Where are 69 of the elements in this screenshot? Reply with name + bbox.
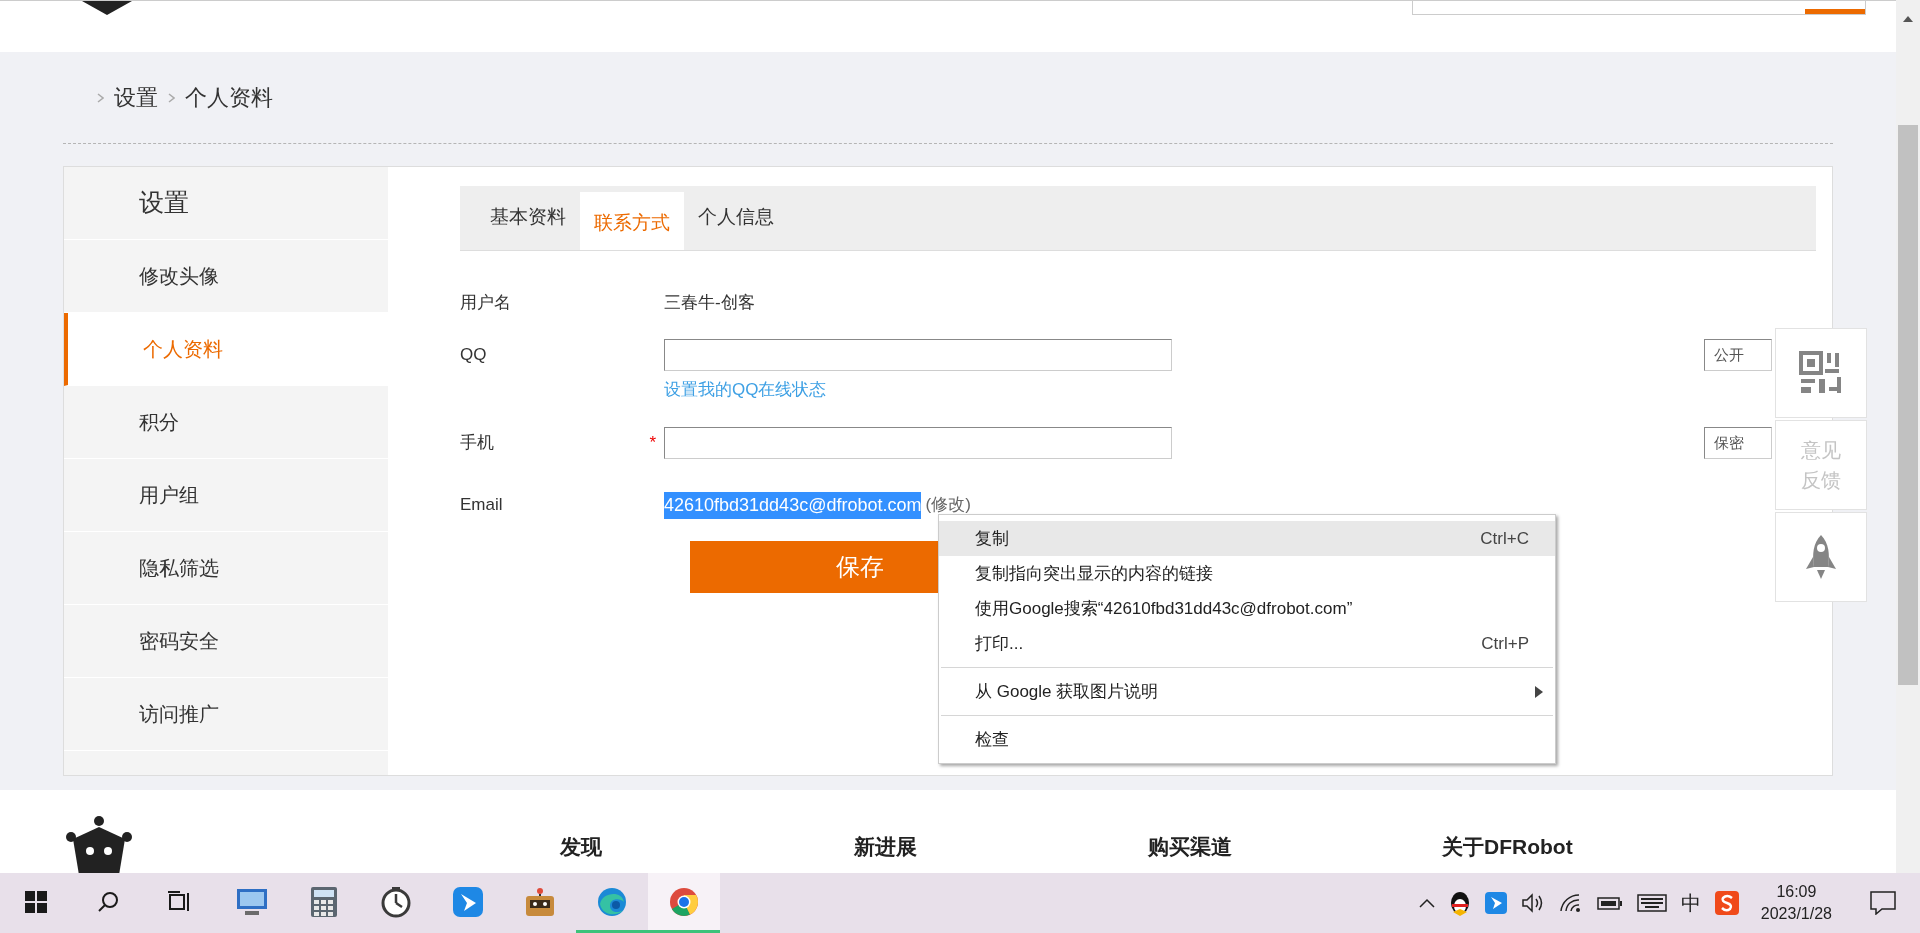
edit-email-link[interactable]: (修改) xyxy=(925,492,971,518)
menu-item[interactable]: 从 Google 获取图片说明 xyxy=(939,674,1555,709)
scrollbar-thumb[interactable] xyxy=(1898,125,1918,685)
footer-heading: 关于DFRobot xyxy=(1442,834,1574,860)
privacy-select[interactable]: 公开 xyxy=(1704,339,1772,371)
rocket-icon xyxy=(1803,533,1839,581)
menu-item[interactable]: 打印... Ctrl+P xyxy=(939,626,1555,661)
battery-icon[interactable] xyxy=(1596,895,1623,911)
logo-icon xyxy=(82,1,132,15)
sidebar-item[interactable]: 用户组 xyxy=(64,459,388,532)
task-view-icon xyxy=(168,890,192,913)
required-asterisk: * xyxy=(649,432,656,455)
clock-icon xyxy=(380,885,412,918)
email-value: 42610fbd31dd43c@dfrobot.com xyxy=(664,491,922,519)
chevron-up-icon[interactable] xyxy=(1418,898,1435,908)
breadcrumb-link[interactable]: 设置 xyxy=(114,81,158,114)
input-method-indicator[interactable]: 中 xyxy=(1680,888,1701,918)
calculator-icon xyxy=(310,885,338,918)
scroll-up-icon xyxy=(1903,16,1913,22)
chevron-right-icon xyxy=(97,92,104,103)
tab[interactable]: 基本资料 xyxy=(476,192,580,250)
search-field[interactable] xyxy=(1412,1,1866,15)
privacy-select[interactable]: 保密 xyxy=(1704,427,1772,459)
qr-code-button[interactable] xyxy=(1775,328,1867,418)
tab[interactable]: 个人信息 xyxy=(684,192,788,250)
penguin-icon[interactable] xyxy=(1448,890,1471,916)
menu-item-label: 使用Google搜索“42610fbd31dd43c@dfrobot.com” xyxy=(975,597,1354,620)
monitor-icon xyxy=(235,886,269,917)
back-to-top-button[interactable] xyxy=(1775,512,1867,602)
sidebar-item[interactable]: 积分 xyxy=(64,386,388,459)
text-input-field[interactable] xyxy=(664,427,1172,459)
shortcut-text: Ctrl+C xyxy=(1480,527,1529,550)
submenu-arrow-icon xyxy=(1535,685,1543,698)
menu-item-label: 从 Google 获取图片说明 xyxy=(975,680,1160,703)
field-label: Email xyxy=(460,494,504,517)
sidebar-item[interactable]: 访问推广 xyxy=(64,678,388,751)
menu-item[interactable]: 使用Google搜索“42610fbd31dd43c@dfrobot.com” xyxy=(939,591,1555,626)
footer-heading: 购买渠道 xyxy=(1148,834,1233,860)
shortcut-text: Ctrl+P xyxy=(1481,632,1529,655)
menu-item-label: 打印... xyxy=(975,632,1025,655)
text-input-field[interactable] xyxy=(664,339,1172,371)
sogou-icon[interactable] xyxy=(1714,891,1739,915)
clock-time: 16:09 xyxy=(1776,882,1817,902)
field-label: 用户名 xyxy=(460,292,512,315)
edge-icon xyxy=(596,885,628,918)
username-value: 三春牛-创客 xyxy=(664,292,755,315)
notification-icon[interactable] xyxy=(1870,891,1896,915)
speaker-icon[interactable] xyxy=(1520,893,1545,913)
qr-code-icon xyxy=(1799,351,1843,395)
keyboard-icon[interactable] xyxy=(1636,894,1667,912)
chrome-icon xyxy=(668,885,700,918)
field-label: QQ xyxy=(460,344,488,367)
menu-item-label: 检查 xyxy=(975,728,1010,751)
arrow-app-icon[interactable] xyxy=(1484,892,1507,914)
sidebar-title: 设置 xyxy=(64,167,388,240)
search-icon xyxy=(96,889,120,914)
sidebar-item[interactable]: 隐私筛选 xyxy=(64,532,388,605)
sidebar-item[interactable]: 密码安全 xyxy=(64,605,388,678)
wifi-icon[interactable] xyxy=(1558,893,1583,913)
field-label: 手机 xyxy=(460,432,495,455)
breadcrumb-link[interactable]: 个人资料 xyxy=(185,81,273,114)
chevron-right-icon xyxy=(168,92,175,103)
menu-item[interactable]: 检查 xyxy=(939,722,1555,757)
footer-heading: 发现 xyxy=(560,834,603,860)
clock-date: 2023/1/28 xyxy=(1760,904,1832,924)
footer-heading: 新进展 xyxy=(854,834,918,860)
clock-button[interactable]: 16:09 2023/1/28 xyxy=(1752,881,1840,925)
menu-item[interactable]: 复制 Ctrl+C xyxy=(939,521,1555,556)
windows-icon xyxy=(25,890,47,913)
